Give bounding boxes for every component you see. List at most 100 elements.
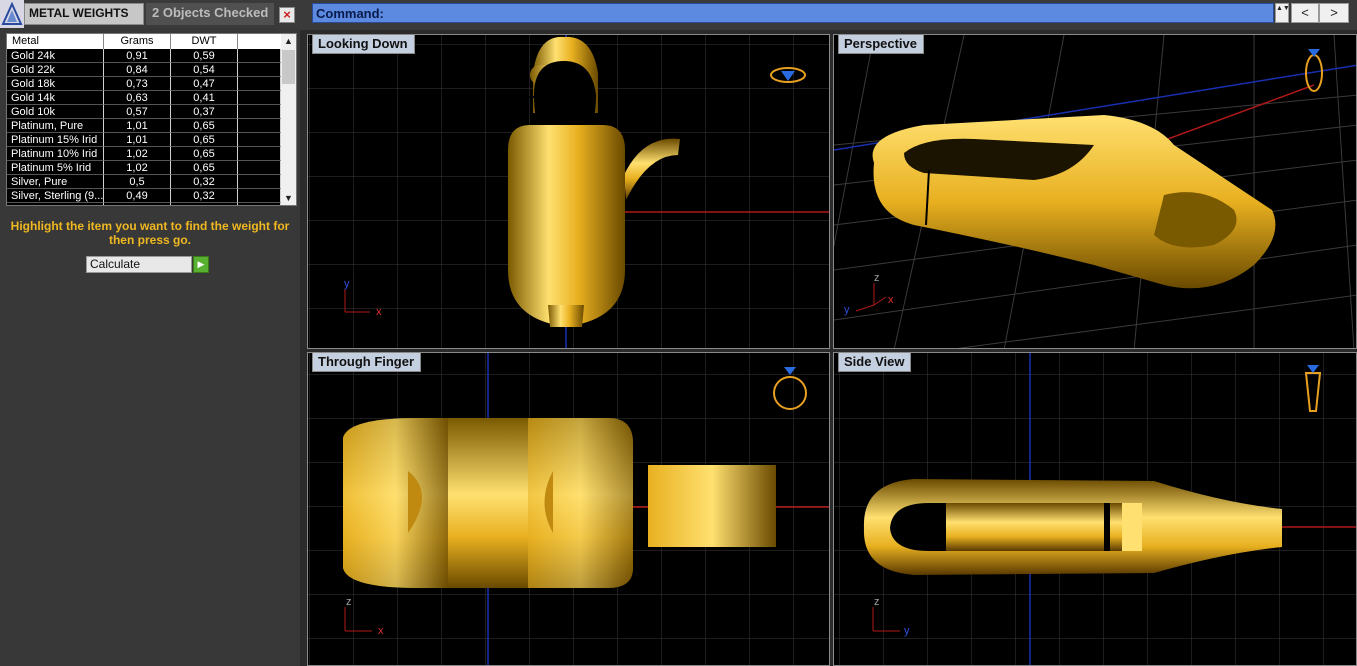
- table-body: Gold 24k 0,91 0,59 Gold 22k 0,84 0,54 Gold 18k…: [7, 49, 281, 205]
- scroll-thumb[interactable]: [282, 50, 295, 84]
- command-prev-button[interactable]: <: [1291, 3, 1319, 23]
- cell-metal: Platinum 10% Irid: [7, 147, 104, 161]
- viewport-through-finger[interactable]: Through Finger z x: [307, 352, 830, 666]
- cell-empty: [238, 63, 281, 77]
- cell-metal: Silver, Sterling (9...: [7, 189, 104, 203]
- table-row[interactable]: Gold 14k 0,63 0,41: [7, 91, 281, 105]
- cell-grams: 0,57: [104, 105, 171, 119]
- axis-label-x: x: [376, 306, 382, 318]
- tab-objects-checked[interactable]: 2 Objects Checked: [146, 3, 274, 25]
- axis-indicator: z y x: [844, 272, 894, 316]
- column-header-grams[interactable]: Grams: [104, 34, 171, 49]
- cell-dwt: 0,65: [171, 147, 238, 161]
- table-row[interactable]: Platinum 15% Irid 1,01 0,65: [7, 133, 281, 147]
- table-row[interactable]: Gold 10k 0,57 0,37: [7, 105, 281, 119]
- cell-dwt: 0,65: [171, 119, 238, 133]
- cell-metal: Gold 18k: [7, 77, 104, 91]
- command-next-button[interactable]: >: [1319, 3, 1349, 23]
- cell-empty: [238, 189, 281, 203]
- table-row[interactable]: Silver, Pure 0,5 0,32: [7, 175, 281, 189]
- viewport-label-through-finger: Through Finger: [312, 353, 422, 372]
- viewport-side-view[interactable]: Side View z y: [833, 352, 1357, 666]
- cell-empty: [238, 175, 281, 189]
- axis-label-y: y: [344, 278, 350, 290]
- table-row[interactable]: Gold 18k 0,73 0,47: [7, 77, 281, 91]
- through-finger-render: z x: [308, 353, 829, 665]
- scroll-up-arrow-icon[interactable]: ▲: [281, 34, 296, 48]
- command-bar: Command: ▲▼ < >: [300, 0, 1357, 30]
- instruction-text: Highlight the item you want to find the …: [10, 219, 290, 247]
- table-row[interactable]: Platinum 10% Irid 1,02 0,65: [7, 147, 281, 161]
- axis-label-y: y: [904, 625, 910, 637]
- viewport-perspective[interactable]: Perspective z y x: [833, 34, 1357, 349]
- table-scrollbar[interactable]: ▲ ▼: [281, 34, 296, 205]
- cell-empty: [238, 203, 281, 205]
- viewport-label-side-view: Side View: [838, 353, 912, 372]
- cell-dwt: 0,54: [171, 63, 238, 77]
- cell-empty: [238, 119, 281, 133]
- column-header-extra: [238, 34, 281, 49]
- axis-label-z: z: [874, 596, 880, 608]
- cell-empty: [238, 105, 281, 119]
- cell-dwt: 0,31: [171, 203, 238, 205]
- command-label: Command:: [316, 6, 384, 21]
- axis-label-y: y: [844, 304, 850, 316]
- column-header-metal[interactable]: Metal: [7, 34, 104, 49]
- cell-grams: 1,02: [104, 161, 171, 175]
- table-row[interactable]: Gold 22k 0,84 0,54: [7, 63, 281, 77]
- side-view-render: z y: [834, 353, 1356, 665]
- table-row[interactable]: Gold 24k 0,91 0,59: [7, 49, 281, 63]
- cell-metal: Silver, Pure: [7, 175, 104, 189]
- column-header-dwt[interactable]: DWT: [171, 34, 238, 49]
- go-button[interactable]: ▶: [193, 256, 209, 273]
- looking-down-render: y x: [308, 35, 829, 348]
- ring-gizmo-icon: [1305, 49, 1323, 92]
- cell-metal: Platinum 5% Irid: [7, 161, 104, 175]
- cell-grams: 1,01: [104, 119, 171, 133]
- viewport-label-looking-down: Looking Down: [312, 35, 415, 54]
- cell-dwt: 0,32: [171, 175, 238, 189]
- cell-empty: [238, 133, 281, 147]
- cell-dwt: 0,32: [171, 189, 238, 203]
- axis-label-x: x: [888, 294, 894, 306]
- axis-label-z: z: [874, 272, 880, 284]
- panel-titlebar: METAL WEIGHTS 2 Objects Checked ×: [0, 0, 300, 28]
- cell-dwt: 0,65: [171, 161, 238, 175]
- viewport-looking-down[interactable]: Looking Down y x: [307, 34, 830, 349]
- cell-grams: 0,91: [104, 49, 171, 63]
- cell-grams: 0,49: [104, 189, 171, 203]
- calculate-select[interactable]: Calculate: [86, 256, 192, 273]
- table-row[interactable]: Platinum, Pure 1,01 0,65: [7, 119, 281, 133]
- command-spinner[interactable]: ▲▼: [1275, 3, 1290, 23]
- cell-grams: 0,48: [104, 203, 171, 205]
- command-input[interactable]: Command:: [312, 3, 1274, 23]
- table-row[interactable]: Platinum 5% Irid 1,02 0,65: [7, 161, 281, 175]
- tab-metal-weights[interactable]: METAL WEIGHTS: [24, 3, 144, 25]
- metal-weights-panel: METAL WEIGHTS 2 Objects Checked × Metal …: [0, 0, 300, 666]
- cell-dwt: 0,47: [171, 77, 238, 91]
- close-button[interactable]: ×: [279, 7, 295, 23]
- cell-dwt: 0,41: [171, 91, 238, 105]
- app-logo-icon: [0, 0, 24, 28]
- cell-empty: [238, 77, 281, 91]
- table-row[interactable]: Silver, Sterling (9... 0,49 0,32: [7, 189, 281, 203]
- perspective-render: z y x: [834, 35, 1356, 348]
- cell-grams: 0,5: [104, 175, 171, 189]
- cell-grams: 1,02: [104, 147, 171, 161]
- viewport-label-perspective: Perspective: [838, 35, 924, 54]
- cell-metal: Platinum 15% Irid: [7, 133, 104, 147]
- cell-metal: Gold 10k: [7, 105, 104, 119]
- cell-metal: Gold 24k: [7, 49, 104, 63]
- cell-grams: 0,73: [104, 77, 171, 91]
- cell-grams: 0,84: [104, 63, 171, 77]
- table-row[interactable]: Silver, Coin (900)0,480,31: [7, 203, 281, 205]
- cell-grams: 0,63: [104, 91, 171, 105]
- cell-empty: [238, 49, 281, 63]
- cell-metal: Gold 22k: [7, 63, 104, 77]
- cell-dwt: 0,59: [171, 49, 238, 63]
- cell-metal: Platinum, Pure: [7, 119, 104, 133]
- cell-empty: [238, 161, 281, 175]
- metal-weights-table[interactable]: Metal Grams DWT Gold 24k 0,91 0,59 Gold 22k…: [6, 33, 297, 206]
- cell-dwt: 0,37: [171, 105, 238, 119]
- scroll-down-arrow-icon[interactable]: ▼: [281, 191, 296, 205]
